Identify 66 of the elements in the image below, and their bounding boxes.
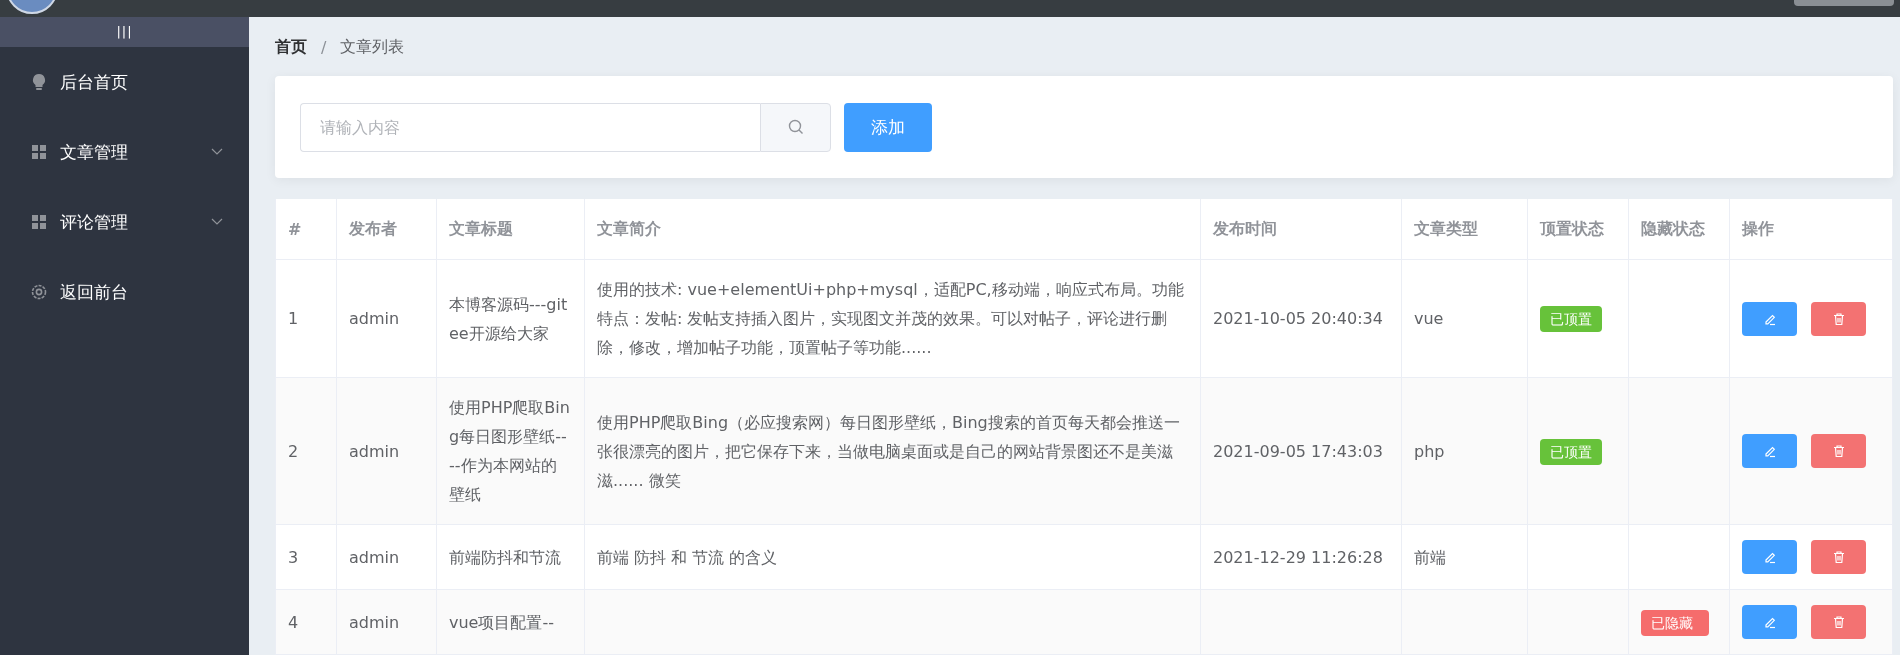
table-cell: vue [1401,259,1528,378]
column-header: 发布时间 [1200,199,1402,260]
table-cell: 前端 防抖 和 节流 的含义 [584,524,1201,590]
hidden-tag: 已隐藏 [1641,609,1709,636]
table-cell: admin [336,589,437,655]
column-header: 发布者 [336,199,437,260]
table-cell: 1 [275,259,337,378]
table-cell: 本博客源码---gitee开源给大家 [436,259,585,378]
grid-icon [30,143,48,161]
column-header: 文章简介 [584,199,1201,260]
table-cell: admin [336,377,437,525]
sidebar-item[interactable]: 文章管理 [0,117,249,187]
breadcrumb-separator: / [321,37,327,57]
pinned-tag: 已顶置 [1540,306,1602,332]
chevron-icon [211,148,223,156]
table-cell: admin [336,259,437,378]
search-button[interactable] [760,102,831,152]
edit-button[interactable] [1742,434,1797,468]
table-cell: vue项目配置-- [436,589,585,655]
pencil-icon [1762,615,1777,629]
search-field[interactable]: 请输入内容 [300,102,760,152]
column-header: 文章标题 [436,199,585,260]
header-button[interactable] [1794,0,1894,6]
table-cell: 2021-12-29 11:26:28 [1200,524,1402,590]
settings-icon [30,283,48,301]
column-header: 隐藏状态 [1628,199,1730,260]
pencil-icon [1762,444,1777,458]
table-cell: 前端防抖和节流 [436,524,585,590]
sidebar-item[interactable]: 后台首页 [0,47,249,117]
table-cell: 使用PHP爬取Bing每日图形壁纸----作为本网站的壁纸 [436,377,585,525]
grid-icon [30,213,48,231]
sidebar-item[interactable]: 评论管理 [0,187,249,257]
chevron-icon [211,218,223,226]
breadcrumb-item[interactable]: 首页 [275,36,307,58]
delete-button[interactable] [1811,434,1866,468]
search-icon [787,119,804,135]
table-cell: 使用的技术: vue+elementUi+php+mysql，适配PC,移动端，响应式布局。功能特点：发帖: 发帖支持插入图片，实现图文并茂的效果。可以对帖子，评论进行删除，修改，增加帖子功能，顶置帖子等功能...... [584,259,1201,378]
pinned-tag: 已顶置 [1540,438,1602,465]
table-cell: 2021-09-05 17:43:03 [1200,377,1402,525]
table-cell: 2021-10-05 20:40:34 [1200,259,1402,378]
edit-button[interactable] [1742,540,1797,574]
table-cell: 2 [275,377,337,525]
column-header: 顶置状态 [1527,199,1629,260]
table-cell: php [1401,377,1528,525]
edit-button[interactable] [1742,301,1797,336]
column-header: 文章类型 [1401,199,1528,260]
column-header: 操作 [1729,199,1893,260]
pencil-icon [1762,550,1777,564]
table-cell: 使用PHP爬取Bing（必应搜索网）每日图形壁纸，Bing搜索的首页每天都会推送一张很漂亮的图片，把它保存下来，当做电脑桌面或是自己的网站背景图还不是美滋滋...... 微笑 [584,377,1201,525]
table-cell: 4 [275,589,337,655]
delete-button[interactable] [1811,540,1866,574]
table-cell: 3 [275,524,337,590]
trash-icon [1831,444,1846,458]
breadcrumb-item: 文章列表 [340,36,405,58]
trash-icon [1831,311,1846,326]
table-cell: admin [336,524,437,590]
bulb-icon [30,73,48,91]
table-cell: 前端 [1401,524,1528,590]
edit-button[interactable] [1742,605,1797,639]
sidebar-item[interactable]: 返回前台 [0,257,249,327]
delete-button[interactable] [1811,301,1866,336]
collapse-toggle[interactable]: ||| [0,17,249,47]
trash-icon [1831,550,1846,564]
trash-icon [1831,615,1846,629]
column-header: # [275,199,337,260]
delete-button[interactable] [1811,605,1866,639]
